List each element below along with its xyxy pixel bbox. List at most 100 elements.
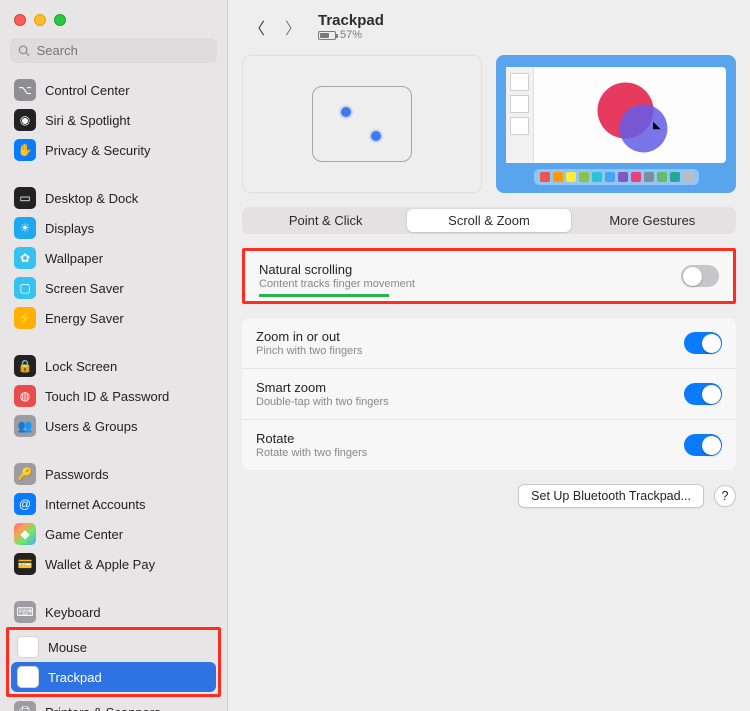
sidebar-item-label: Wallpaper [45,251,103,266]
tab-bar: Point & Click Scroll & Zoom More Gesture… [242,207,736,234]
search-icon [18,44,31,58]
annotation-natural-scrolling: Natural scrolling Content tracks finger … [242,248,736,304]
sidebar-item-passwords[interactable]: 🔑Passwords [8,459,219,489]
preview-row: ◣ [242,55,736,193]
minimize-window-button[interactable] [34,14,46,26]
users-icon: 👥 [14,415,36,437]
setting-smart-zoom: Smart zoom Double-tap with two fingers [242,368,736,419]
sidebar-item-label: Wallet & Apple Pay [45,557,155,572]
footer-buttons: Set Up Bluetooth Trackpad... ? [242,484,736,508]
printer-icon: 🖨 [14,701,36,711]
sidebar-item-touch-id-password[interactable]: ◍Touch ID & Password [8,381,219,411]
tab-scroll-zoom[interactable]: Scroll & Zoom [407,209,570,232]
sidebar-item-label: Keyboard [45,605,101,620]
sidebar-item-screen-saver[interactable]: ▢Screen Saver [8,273,219,303]
setup-bluetooth-trackpad-button[interactable]: Set Up Bluetooth Trackpad... [518,484,704,508]
key-icon: 🔑 [14,463,36,485]
zoom-toggle[interactable] [684,332,722,354]
forward-button[interactable]: 〉 [282,16,304,38]
trackpad-outline-icon [312,86,412,162]
sidebar-item-label: Screen Saver [45,281,124,296]
tab-more-gestures[interactable]: More Gestures [571,209,734,232]
setting-label: Smart zoom [256,380,684,395]
page-title: Trackpad [318,12,384,29]
setting-sublabel: Rotate with two fingers [256,447,684,459]
natural-scrolling-toggle[interactable] [681,265,719,287]
trackpad-preview [242,55,482,193]
highlight-underline [259,294,389,297]
trackpad-icon: ▭ [17,666,39,688]
annotation-mouse-trackpad: 🖱 Mouse ▭ Trackpad [6,627,221,697]
smart-zoom-toggle[interactable] [684,383,722,405]
sidebar-item-displays[interactable]: ☀Displays [8,213,219,243]
setting-sublabel: Double-tap with two fingers [256,396,684,408]
window-mock-icon: ◣ [506,67,726,163]
dock-mock-icon [534,169,699,185]
sidebar-item-label: Desktop & Dock [45,191,138,206]
settings-list: Zoom in or out Pinch with two fingers Sm… [242,318,736,470]
sidebar-item-privacy-security[interactable]: ✋ Privacy & Security [8,135,219,165]
sidebar-item-lock-screen[interactable]: 🔒Lock Screen [8,351,219,381]
back-button[interactable]: 〈 [246,16,268,38]
sidebar-item-printers-scanners[interactable]: 🖨 Printers & Scanners [8,697,219,711]
dock-app-icon [631,172,641,182]
sidebar-item-label: Trackpad [48,670,102,685]
dock-app-icon [670,172,680,182]
sidebar-item-control-center[interactable]: ⌥Control Center [8,75,219,105]
finger-icon: ◍ [14,385,36,407]
sidebar-item-energy-saver[interactable]: ⚡Energy Saver [8,303,219,333]
help-button[interactable]: ? [714,485,736,507]
dock-app-icon [540,172,550,182]
touch-point-icon [341,107,351,117]
zoom-window-button[interactable] [54,14,66,26]
lock-icon: 🔒 [14,355,36,377]
dock-app-icon [605,172,615,182]
setting-sublabel: Pinch with two fingers [256,345,684,357]
sun-icon: ☀ [14,217,36,239]
sidebar-item-label: Users & Groups [45,419,137,434]
main-pane: 〈 〉 Trackpad 57% [228,0,750,711]
dock-app-icon [566,172,576,182]
setting-label: Rotate [256,431,684,446]
cursor-icon: ◣ [653,120,661,131]
sidebar-item-siri-spotlight[interactable]: ◉ Siri & Spotlight [8,105,219,135]
flower-icon: ✿ [14,247,36,269]
touch-point-icon [371,131,381,141]
sidebar-item-wallpaper[interactable]: ✿ Wallpaper [8,243,219,273]
dock-app-icon [553,172,563,182]
sidebar-item-users-groups[interactable]: 👥 Users & Groups [8,411,219,441]
sidebar-item-game-center[interactable]: ◆Game Center [8,519,219,549]
sidebar-item-desktop-dock[interactable]: ▭ Desktop & Dock [8,183,219,213]
sidebar: ⌥Control Center ◉ Siri & Spotlight ✋ Privacy… [0,0,228,711]
sidebar-item-label: Game Center [45,527,123,542]
sidebar-item-keyboard[interactable]: ⌨ Keyboard [8,597,219,627]
close-window-button[interactable] [14,14,26,26]
search-field[interactable] [10,38,217,63]
rotate-toggle[interactable] [684,434,722,456]
sidebar-item-label: Privacy & Security [45,143,150,158]
sidebar-item-wallet-apple-pay[interactable]: 💳Wallet & Apple Pay [8,549,219,579]
sidebar-item-trackpad[interactable]: ▭ Trackpad [11,662,216,692]
hand-icon: ✋ [14,139,36,161]
sidebar-item-label: Printers & Scanners [45,705,161,711]
mouse-icon: 🖱 [17,636,39,658]
dock-app-icon [592,172,602,182]
dock-app-icon [579,172,589,182]
siri-icon: ◉ [14,109,36,131]
window-controls [0,0,227,38]
sidebar-item-label: Siri & Spotlight [45,113,130,128]
setting-label: Natural scrolling [259,262,681,277]
dock-app-icon [618,172,628,182]
dock-app-icon [683,172,693,182]
sidebar-item-label: Energy Saver [45,311,124,326]
battery-icon [318,31,336,40]
setting-sublabel: Content tracks finger movement [259,278,681,290]
sidebar-item-mouse[interactable]: 🖱 Mouse [11,632,216,662]
sidebar-item-internet-accounts[interactable]: @Internet Accounts [8,489,219,519]
sidebar-item-label: Mouse [48,640,87,655]
dock-app-icon [644,172,654,182]
dock-icon: ▭ [14,187,36,209]
kbd-icon: ⌨ [14,601,36,623]
tab-point-click[interactable]: Point & Click [244,209,407,232]
search-input[interactable] [37,43,209,58]
